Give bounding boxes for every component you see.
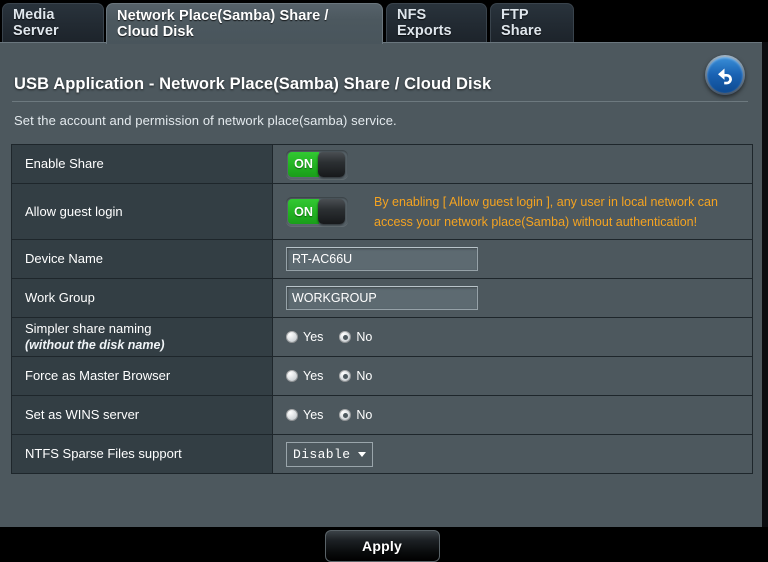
tab-nfs-exports[interactable]: NFS Exports: [386, 3, 487, 42]
label-text: Work Group: [25, 289, 95, 307]
content-panel: USB Application - Network Place(Samba) S…: [0, 42, 762, 527]
value-wins-server: Yes No: [273, 396, 752, 434]
tab-label: NFS Exports: [397, 7, 476, 39]
settings-table: Enable Share ON Allow guest login ON: [11, 144, 753, 474]
back-arrow-icon: [707, 57, 743, 93]
label-text: Enable Share: [25, 155, 104, 173]
row-allow-guest-login: Allow guest login ON By enabling [ Allow…: [12, 184, 752, 240]
select-value: Disable: [293, 447, 350, 462]
radio-simpler-share-naming-yes[interactable]: Yes: [286, 330, 323, 344]
toggle-knob: [318, 199, 345, 224]
radio-group-wins-server: Yes No: [286, 408, 372, 422]
label-text: Device Name: [25, 250, 103, 268]
radio-wins-server-yes[interactable]: Yes: [286, 408, 323, 422]
value-allow-guest-login: ON By enabling [ Allow guest login ], an…: [273, 184, 752, 239]
value-ntfs-sparse-files: Disable: [273, 435, 752, 473]
radio-icon: [339, 370, 351, 382]
toggle-on-label: ON: [288, 152, 319, 177]
radio-label: No: [356, 369, 372, 383]
ntfs-sparse-select[interactable]: Disable: [286, 442, 373, 467]
label-text: Simpler share naming: [25, 320, 165, 338]
page-subtitle: Set the account and permission of networ…: [14, 113, 397, 128]
toggle-knob: [318, 152, 345, 177]
value-force-master-browser: Yes No: [273, 357, 752, 395]
toggle-allow-guest-login[interactable]: ON: [286, 197, 348, 226]
value-simpler-share-naming: Yes No: [273, 318, 752, 356]
row-work-group: Work Group: [12, 279, 752, 318]
radio-icon: [286, 409, 298, 421]
row-wins-server: Set as WINS server Yes No: [12, 396, 752, 435]
tab-label: Media Server: [13, 7, 93, 39]
tab-bar: Media Server Network Place(Samba) Share …: [0, 0, 768, 42]
label-allow-guest-login: Allow guest login: [12, 184, 273, 239]
label-text: NTFS Sparse Files support: [25, 445, 182, 463]
title-divider: [12, 101, 748, 102]
value-work-group: [273, 279, 752, 317]
warning-line-1: By enabling [ Allow guest login ], any u…: [374, 192, 718, 212]
radio-label: Yes: [303, 369, 323, 383]
radio-label: No: [356, 330, 372, 344]
label-text: Allow guest login: [25, 203, 123, 221]
radio-icon: [339, 331, 351, 343]
warning-line-2: access your network place(Samba) without…: [374, 212, 718, 232]
tab-media-server[interactable]: Media Server: [2, 3, 104, 42]
tab-label: Network Place(Samba) Share / Cloud Disk: [117, 8, 372, 40]
radio-force-master-browser-yes[interactable]: Yes: [286, 369, 323, 383]
label-work-group: Work Group: [12, 279, 273, 317]
label-enable-share: Enable Share: [12, 145, 273, 183]
row-simpler-share-naming: Simpler share naming (without the disk n…: [12, 318, 752, 357]
label-text: Force as Master Browser: [25, 367, 170, 385]
radio-group-force-master-browser: Yes No: [286, 369, 372, 383]
radio-label: No: [356, 408, 372, 422]
row-device-name: Device Name: [12, 240, 752, 279]
page-title: USB Application - Network Place(Samba) S…: [14, 75, 491, 94]
apply-button[interactable]: Apply: [325, 530, 440, 562]
tab-network-place-samba-share[interactable]: Network Place(Samba) Share / Cloud Disk: [106, 3, 383, 44]
label-wins-server: Set as WINS server: [12, 396, 273, 434]
back-button[interactable]: [705, 55, 745, 95]
row-enable-share: Enable Share ON: [12, 145, 752, 184]
toggle-enable-share[interactable]: ON: [286, 150, 348, 179]
row-force-master-browser: Force as Master Browser Yes No: [12, 357, 752, 396]
chevron-down-icon: [358, 452, 366, 457]
value-device-name: [273, 240, 752, 278]
guest-login-warning: By enabling [ Allow guest login ], any u…: [374, 192, 718, 232]
footer-actions: Apply: [11, 530, 753, 562]
tab-label: FTP Share: [501, 7, 563, 39]
tab-ftp-share[interactable]: FTP Share: [490, 3, 574, 42]
radio-simpler-share-naming-no[interactable]: No: [339, 330, 372, 344]
label-force-master-browser: Force as Master Browser: [12, 357, 273, 395]
radio-icon: [339, 409, 351, 421]
radio-icon: [286, 370, 298, 382]
work-group-input[interactable]: [286, 286, 478, 310]
label-simpler-share-naming: Simpler share naming (without the disk n…: [12, 318, 273, 356]
label-device-name: Device Name: [12, 240, 273, 278]
radio-icon: [286, 331, 298, 343]
label-text: Set as WINS server: [25, 406, 139, 424]
radio-wins-server-no[interactable]: No: [339, 408, 372, 422]
radio-label: Yes: [303, 408, 323, 422]
toggle-on-label: ON: [288, 199, 319, 224]
value-enable-share: ON: [273, 145, 752, 183]
device-name-input[interactable]: [286, 247, 478, 271]
label-ntfs-sparse-files: NTFS Sparse Files support: [12, 435, 273, 473]
row-ntfs-sparse-files: NTFS Sparse Files support Disable: [12, 435, 752, 473]
router-admin-screen: Media Server Network Place(Samba) Share …: [0, 0, 768, 527]
radio-group-simpler-share-naming: Yes No: [286, 330, 372, 344]
radio-label: Yes: [303, 330, 323, 344]
radio-force-master-browser-no[interactable]: No: [339, 369, 372, 383]
label-subtext: (without the disk name): [25, 337, 165, 354]
